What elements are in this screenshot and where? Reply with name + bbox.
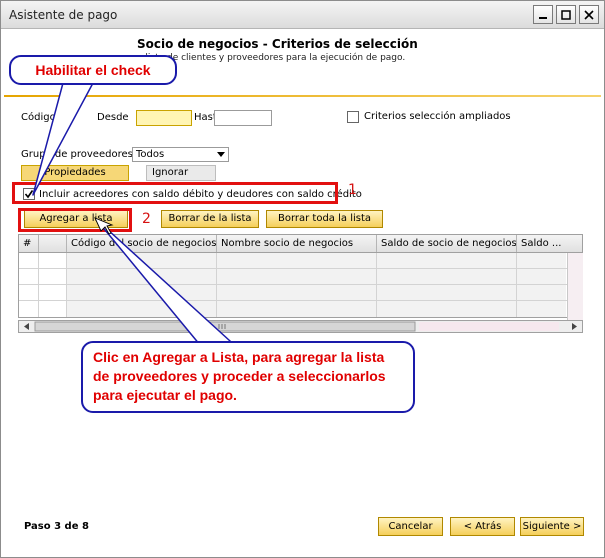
grupo-label: Grupo de proveedores — [21, 149, 133, 160]
callout-habilitar-check: Habilitar el check — [9, 55, 177, 85]
grid-header: # Código del socio de negocios Nombre so… — [19, 235, 582, 253]
payment-wizard-window: Asistente de pago Socio de negocios - Cr… — [0, 0, 605, 558]
wizard-footer: Paso 3 de 8 Cancelar < Atrás Siguiente > — [4, 507, 601, 555]
callout-agregar-lista: Clic en Agregar a Lista, para agregar la… — [81, 341, 415, 413]
chevron-down-icon — [217, 152, 225, 157]
minimize-button[interactable] — [533, 5, 553, 24]
propiedades-button[interactable]: Propiedades — [21, 165, 129, 181]
criterios-label: Criterios selección ampliados — [364, 111, 511, 122]
grupo-dropdown-value: Todos — [136, 149, 165, 160]
table-row[interactable] — [19, 301, 582, 317]
annotation-box-checkbox — [12, 182, 338, 204]
page-subtitle: e lista de clientes y proveedores para l… — [137, 53, 406, 63]
business-partners-grid: # Código del socio de negocios Nombre so… — [18, 234, 583, 318]
minimize-icon — [539, 16, 547, 19]
scrollbar-arrows-icon — [24, 321, 577, 332]
maximize-button[interactable] — [556, 5, 576, 24]
table-row[interactable] — [19, 253, 582, 269]
back-button[interactable]: < Atrás — [450, 517, 515, 536]
page-title: Socio de negocios - Criterios de selecci… — [137, 37, 418, 51]
codigo-label: Código — [21, 112, 56, 123]
title-bar: Asistente de pago — [1, 1, 604, 29]
desde-label: Desde — [97, 112, 129, 123]
cancel-button[interactable]: Cancelar — [378, 517, 443, 536]
grid-col-select[interactable] — [39, 235, 67, 252]
borrar-toda-la-lista-button[interactable]: Borrar toda la lista — [266, 210, 383, 228]
grid-horizontal-scrollbar[interactable] — [18, 320, 583, 333]
desde-input[interactable] — [136, 110, 192, 126]
window-title: Asistente de pago — [9, 8, 118, 22]
table-row[interactable] — [19, 269, 582, 285]
borrar-de-la-lista-button[interactable]: Borrar de la lista — [161, 210, 259, 228]
grid-col-number[interactable]: # — [19, 235, 39, 252]
grid-col-saldo[interactable]: Saldo de socio de negocios... — [377, 235, 517, 252]
close-button[interactable] — [579, 5, 599, 24]
grupo-dropdown[interactable]: Todos — [132, 147, 229, 162]
hasta-input[interactable] — [214, 110, 272, 126]
grid-vertical-scrollbar[interactable] — [567, 253, 583, 320]
annotation-box-agregar — [18, 208, 132, 232]
grid-col-saldo-2[interactable]: Saldo ... — [517, 235, 582, 252]
next-button[interactable]: Siguiente > — [520, 517, 584, 536]
ignorar-field[interactable]: Ignorar — [146, 165, 216, 181]
step-indicator: Paso 3 de 8 — [24, 521, 89, 532]
annotation-number-2: 2 — [142, 211, 151, 227]
close-icon — [584, 9, 594, 20]
table-row[interactable] — [19, 285, 582, 301]
criterios-checkbox[interactable] — [347, 111, 359, 123]
annotation-number-1: 1 — [348, 182, 357, 198]
maximize-icon — [561, 9, 571, 20]
grid-col-nombre[interactable]: Nombre socio de negocios — [217, 235, 377, 252]
grid-col-codigo[interactable]: Código del socio de negocios — [67, 235, 217, 252]
